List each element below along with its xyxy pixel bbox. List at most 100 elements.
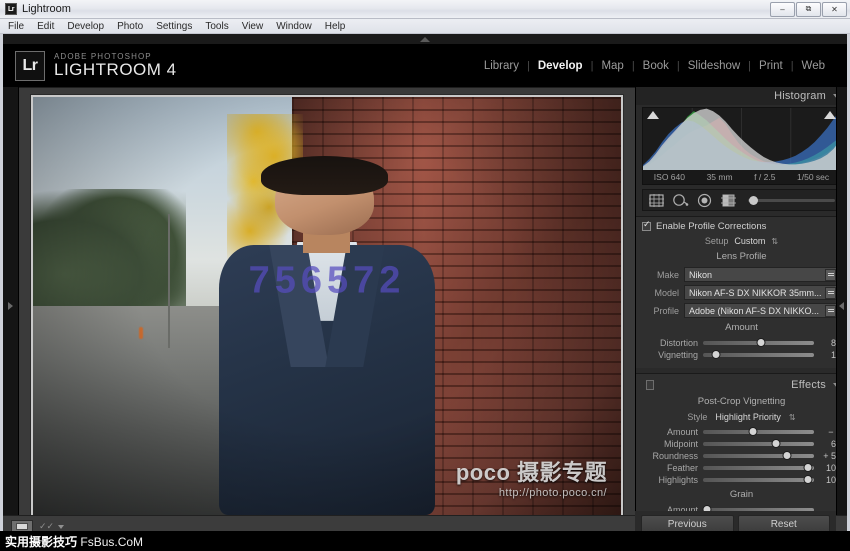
- exif-metadata-row: ISO 640 35 mm f / 2.5 1/50 sec: [643, 172, 840, 182]
- module-book[interactable]: Book: [635, 60, 677, 72]
- site-watermark-badge: 实用摄影技巧 FsBus.CoM: [0, 531, 149, 551]
- vignette-highlights-slider[interactable]: [703, 475, 814, 484]
- loupe-view-icon: [16, 523, 28, 530]
- effects-title: Effects: [791, 379, 826, 391]
- distortion-slider[interactable]: [703, 338, 814, 347]
- menu-item-develop[interactable]: Develop: [67, 21, 104, 32]
- site-watermark-cn: 实用摄影技巧: [5, 534, 78, 549]
- enable-profile-corrections-row[interactable]: Enable Profile Corrections: [642, 220, 841, 232]
- distortion-slider-row: Distortion 82: [642, 338, 841, 348]
- vignette-midpoint-slider[interactable]: [703, 439, 814, 448]
- minimize-button[interactable]: –: [770, 1, 795, 17]
- vignette-feather-slider[interactable]: [703, 463, 814, 472]
- effects-panel-header[interactable]: Effects: [642, 378, 841, 392]
- menu-item-help[interactable]: Help: [325, 21, 346, 32]
- vignette-style-value[interactable]: Highlight Priority: [715, 412, 781, 422]
- vignetting-knob[interactable]: [711, 350, 721, 359]
- dropdown-arrow-icon[interactable]: [825, 304, 836, 317]
- highlight-clipping-indicator[interactable]: [824, 111, 836, 119]
- histogram-panel-header[interactable]: Histogram: [636, 87, 847, 105]
- distortion-knob[interactable]: [756, 338, 766, 347]
- vignette-midpoint-label: Midpoint: [663, 439, 698, 449]
- updown-arrows-icon[interactable]: ⇅: [789, 413, 796, 422]
- menu-item-view[interactable]: View: [242, 21, 264, 32]
- toolbar-options-caret-icon[interactable]: [58, 524, 65, 529]
- dropdown-arrow-icon[interactable]: [825, 286, 836, 299]
- lens-make-label: Make: [656, 269, 679, 280]
- left-panel-collapse-rail[interactable]: [3, 87, 19, 524]
- module-library[interactable]: Library: [476, 60, 527, 72]
- right-panel-collapse-rail[interactable]: [836, 87, 847, 524]
- menu-item-photo[interactable]: Photo: [117, 21, 143, 32]
- lens-profile-row: Profile Adobe (Nikon AF-S DX NIKKO...: [642, 303, 841, 318]
- lens-profile-label: Profile: [653, 305, 679, 316]
- close-button[interactable]: ✕: [822, 1, 847, 17]
- lens-model-dropdown[interactable]: Nikon AF-S DX NIKKOR 35mm...: [684, 285, 841, 300]
- vignette-roundness-knob[interactable]: [782, 451, 792, 460]
- vignetting-slider-row: Vignetting 19: [642, 350, 841, 360]
- top-panel-collapse-strip[interactable]: [3, 34, 847, 45]
- maximize-button[interactable]: ⧉: [796, 1, 821, 17]
- vignette-highlights-label: Highlights: [658, 475, 698, 485]
- lightroom-frame: Lr ADOBE PHOTOSHOP LIGHTROOM 4 Library |…: [0, 34, 850, 551]
- photo-canvas[interactable]: 756572 poco 摄影专题 http://photo.poco.cn/: [33, 97, 621, 515]
- vignette-amount-slider[interactable]: [703, 427, 814, 436]
- vignette-roundness-row: Roundness + 58: [642, 451, 841, 461]
- menu-item-tools[interactable]: Tools: [205, 21, 228, 32]
- module-web[interactable]: Web: [794, 60, 833, 72]
- menu-item-window[interactable]: Window: [276, 21, 312, 32]
- vignetting-slider[interactable]: [703, 350, 814, 359]
- effects-section: Effects Post-Crop Vignetting Style Highl…: [636, 373, 847, 524]
- setup-label: Setup: [704, 236, 729, 246]
- lens-make-row: Make Nikon: [642, 267, 841, 282]
- graduated-filter-icon[interactable]: [720, 193, 737, 208]
- setup-row: Setup Custom ⇅: [642, 236, 841, 246]
- menu-item-edit[interactable]: Edit: [37, 21, 54, 32]
- dropdown-arrow-icon[interactable]: [825, 268, 836, 281]
- chevron-up-icon: [420, 37, 430, 42]
- vignette-midpoint-knob[interactable]: [771, 439, 781, 448]
- vignette-amount-knob[interactable]: [748, 427, 758, 436]
- crop-overlay-icon[interactable]: [648, 193, 665, 208]
- watermark-number: 756572: [248, 259, 406, 302]
- spot-removal-icon[interactable]: [672, 193, 689, 208]
- lens-profile-dropdown[interactable]: Adobe (Nikon AF-S DX NIKKO...: [684, 303, 841, 318]
- enable-profile-corrections-checkbox[interactable]: [642, 220, 651, 231]
- brush-size-slider[interactable]: [748, 195, 835, 205]
- identity-plate-header: Lr ADOBE PHOTOSHOP LIGHTROOM 4 Library |…: [3, 45, 847, 87]
- module-develop[interactable]: Develop: [530, 60, 591, 72]
- vignette-feather-row: Feather 100: [642, 463, 841, 473]
- lens-profile-title: Lens Profile: [716, 251, 767, 262]
- brush-size-knob[interactable]: [749, 195, 758, 205]
- develop-tool-strip: [642, 189, 841, 211]
- menu-item-file[interactable]: File: [8, 21, 24, 32]
- module-slideshow[interactable]: Slideshow: [680, 60, 748, 72]
- exif-iso: ISO 640: [653, 172, 685, 182]
- lens-corrections-section: Enable Profile Corrections Setup Custom …: [636, 216, 847, 368]
- grain-title: Grain: [729, 489, 754, 500]
- red-eye-correction-icon[interactable]: [696, 193, 713, 208]
- post-crop-vignetting-title: Post-Crop Vignetting: [697, 396, 786, 407]
- vignette-roundness-slider[interactable]: [703, 451, 814, 460]
- vignette-roundness-label: Roundness: [652, 451, 698, 461]
- vignette-feather-knob[interactable]: [803, 463, 813, 472]
- amount-title: Amount: [725, 322, 758, 333]
- menu-item-settings[interactable]: Settings: [156, 21, 192, 32]
- shadow-clipping-indicator[interactable]: [647, 111, 659, 119]
- lens-make-dropdown[interactable]: Nikon: [684, 267, 841, 282]
- module-print[interactable]: Print: [751, 60, 791, 72]
- window-controls: – ⧉ ✕: [769, 1, 847, 17]
- histogram-graph[interactable]: ISO 640 35 mm f / 2.5 1/50 sec: [642, 107, 841, 185]
- updown-arrows-icon[interactable]: ⇅: [771, 237, 778, 246]
- photo-frame: 756572 poco 摄影专题 http://photo.poco.cn/: [31, 95, 623, 517]
- setup-value[interactable]: Custom: [734, 236, 765, 246]
- window-title: Lightroom: [22, 3, 71, 15]
- module-map[interactable]: Map: [593, 60, 631, 72]
- site-watermark-en: FsBus.CoM: [80, 534, 144, 549]
- lens-profile-value: Adobe (Nikon AF-S DX NIKKO...: [689, 305, 820, 316]
- image-display-area: 756572 poco 摄影专题 http://photo.poco.cn/: [19, 87, 635, 524]
- vignette-highlights-knob[interactable]: [803, 475, 813, 484]
- enable-profile-corrections-label: Enable Profile Corrections: [656, 221, 767, 232]
- effects-panel-switch-icon[interactable]: [646, 380, 654, 390]
- vignette-style-row: Style Highlight Priority ⇅: [642, 412, 841, 422]
